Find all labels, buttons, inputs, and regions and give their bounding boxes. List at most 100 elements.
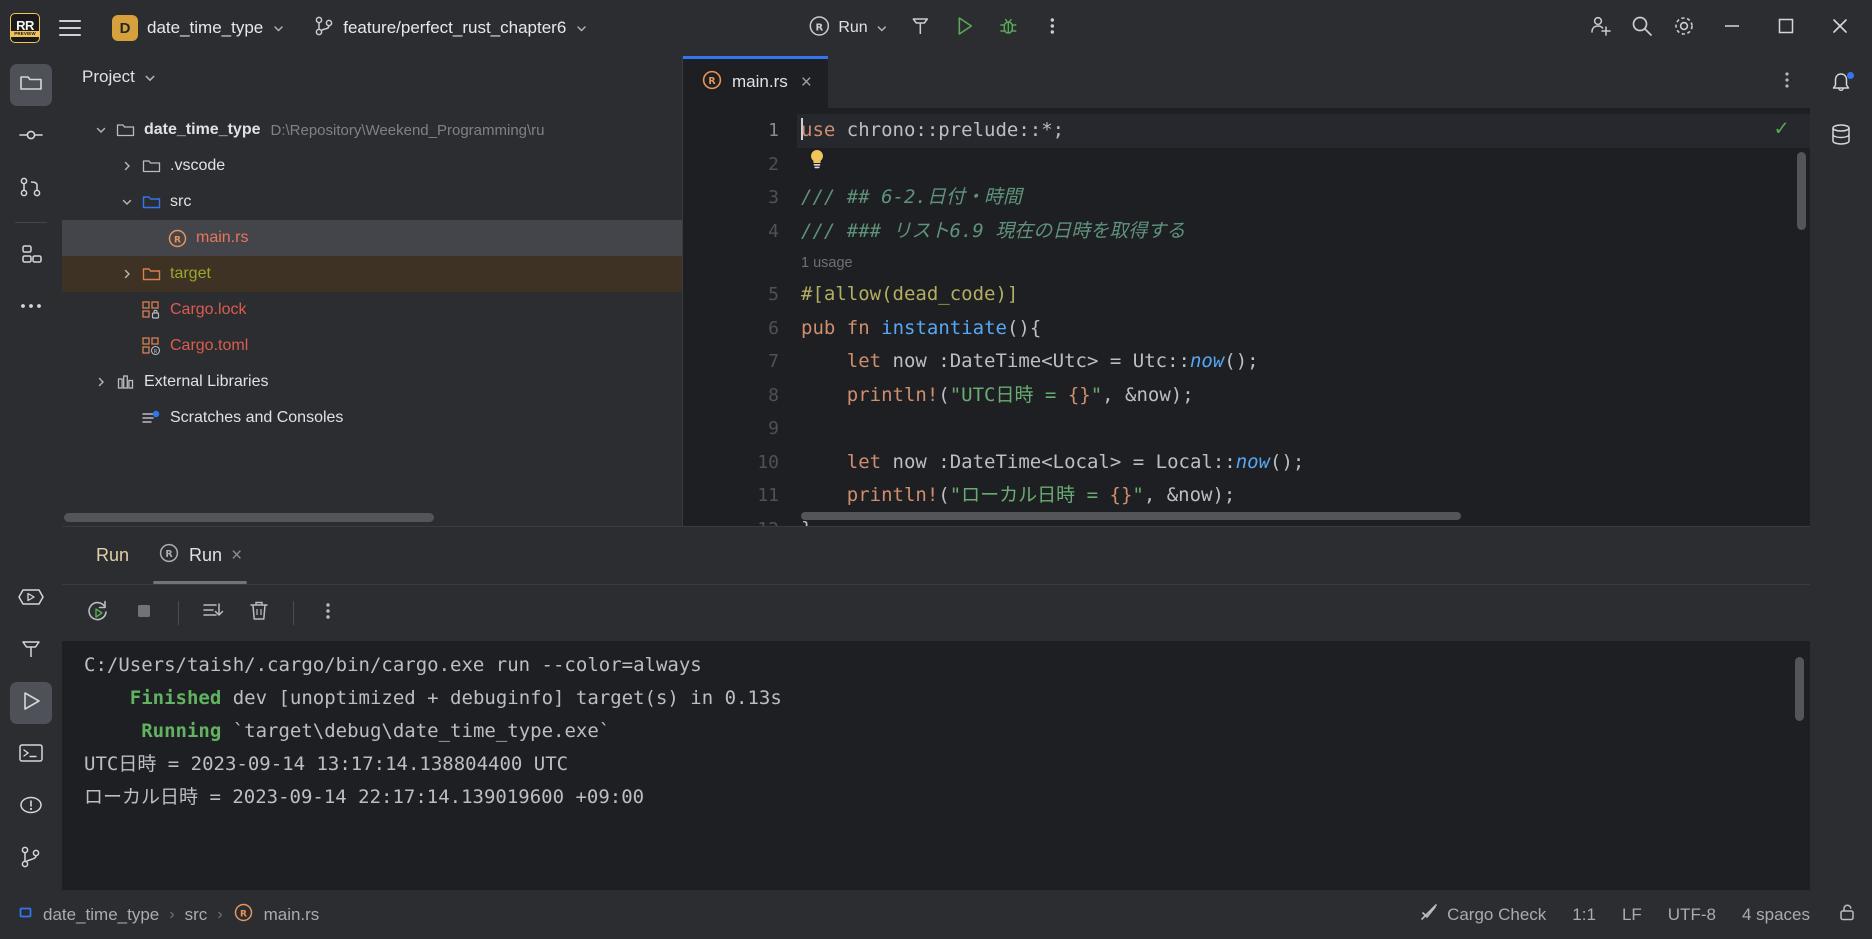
close-icon[interactable]: × xyxy=(231,545,242,567)
sidebar-item-run[interactable] xyxy=(10,682,52,724)
sidebar-item-build[interactable] xyxy=(10,630,52,672)
database-button[interactable] xyxy=(1820,116,1862,158)
sidebar-item-pull-requests[interactable] xyxy=(10,168,52,210)
code-line-4[interactable]: /// ### リスト6.9 現在の日時を取得する xyxy=(797,215,1810,249)
tree-node-cargo-lock[interactable]: Cargo.lock xyxy=(62,292,682,328)
code-line-3[interactable]: /// ## 6-2.日付・時間 xyxy=(797,181,1810,215)
rust-file-icon: R xyxy=(233,902,254,928)
tree-node-src[interactable]: src xyxy=(62,184,682,220)
editor-horizontal-scrollbar[interactable] xyxy=(801,512,1461,520)
search-everywhere-button[interactable] xyxy=(1622,10,1662,46)
expand-arrow-right-icon[interactable] xyxy=(88,376,114,388)
debug-button[interactable] xyxy=(989,10,1029,46)
tree-node-cargo-toml[interactable]: R Cargo.toml xyxy=(62,328,682,364)
line-number: 8 xyxy=(768,384,779,406)
code-line-7[interactable]: let now :DateTime<Utc> = Utc::now(); xyxy=(797,345,1810,379)
expand-arrow-right-icon[interactable] xyxy=(114,160,140,172)
more-run-options-button[interactable] xyxy=(1033,10,1073,46)
sidebar-item-version-control[interactable] xyxy=(10,838,52,880)
code-line-1[interactable]: use chrono::prelude::*; xyxy=(797,114,1810,148)
breadcrumb-separator: › xyxy=(169,905,175,923)
code-line-5[interactable]: #[allow(dead_code)] xyxy=(797,278,1810,312)
minimize-button[interactable] xyxy=(1706,8,1758,48)
search-icon xyxy=(1629,13,1655,44)
expand-arrow-right-icon[interactable] xyxy=(114,268,140,280)
run-console-toolbar xyxy=(62,585,1810,641)
project-tree[interactable]: date_time_type D:\Repository\Weekend_Pro… xyxy=(62,98,682,526)
sidebar-item-terminal[interactable] xyxy=(10,734,52,776)
breadcrumb-item-src[interactable]: src xyxy=(185,905,208,925)
tree-node-external-libraries[interactable]: External Libraries xyxy=(62,364,682,400)
file-encoding[interactable]: UTF-8 xyxy=(1668,905,1716,925)
indent-setting[interactable]: 4 spaces xyxy=(1742,905,1810,925)
run-console-output[interactable]: C:/Users/taish/.cargo/bin/cargo.exe run … xyxy=(62,641,1810,890)
breadcrumb-separator: › xyxy=(217,905,223,923)
project-selector[interactable]: D date_time_type xyxy=(102,11,294,45)
caret-position[interactable]: 1:1 xyxy=(1572,905,1596,925)
usage-inlay-hint[interactable]: 1 usage xyxy=(797,248,1810,278)
intention-bulb-icon[interactable] xyxy=(797,148,1810,182)
warning-circle-icon xyxy=(18,792,44,823)
close-icon[interactable]: × xyxy=(801,73,812,92)
title-bar: RR PREVIEW D date_time_type feature/perf… xyxy=(0,0,1872,56)
inspection-status-icon[interactable]: ✓ xyxy=(1775,116,1788,141)
stop-button[interactable] xyxy=(124,593,164,633)
project-horizontal-scrollbar[interactable] xyxy=(64,513,434,522)
maximize-button[interactable] xyxy=(1760,8,1812,48)
console-text: UTC日時 = 2023-09-14 13:17:14.138804400 UT… xyxy=(84,753,569,775)
editor-vertical-scrollbar[interactable] xyxy=(1797,152,1806,230)
branch-selector[interactable]: feature/perfect_rust_chapter6 xyxy=(304,11,597,45)
clear-all-button[interactable] xyxy=(239,593,279,633)
code-line-10[interactable]: let now :DateTime<Local> = Local::now(); xyxy=(797,446,1810,480)
cargo-toml-icon: R xyxy=(140,336,162,356)
hamburger-menu-icon[interactable] xyxy=(52,10,88,46)
tree-node-main-rs[interactable]: R main.rs xyxy=(62,220,682,256)
run-tab-label: Run xyxy=(189,545,223,565)
read-only-toggle[interactable] xyxy=(1836,901,1858,928)
expand-arrow-down-icon[interactable] xyxy=(114,196,140,208)
run-tab-run[interactable]: R Run × xyxy=(145,528,255,584)
sidebar-item-problems[interactable] xyxy=(10,786,52,828)
code-line-9[interactable] xyxy=(797,412,1810,446)
branch-name: feature/perfect_rust_chapter6 xyxy=(343,18,567,37)
run-button[interactable] xyxy=(945,10,985,46)
tree-node-date-time-type[interactable]: date_time_type D:\Repository\Weekend_Pro… xyxy=(62,112,682,148)
settings-button[interactable] xyxy=(1664,10,1704,46)
more-options-button[interactable] xyxy=(308,593,348,633)
breadcrumb-item-project[interactable]: date_time_type xyxy=(43,905,159,925)
run-configuration-selector[interactable]: R Run xyxy=(799,11,896,45)
breadcrumb-item-file[interactable]: main.rs xyxy=(264,905,320,925)
notifications-button[interactable] xyxy=(1820,64,1862,106)
editor-tab-main-rs[interactable]: R main.rs × xyxy=(683,56,828,108)
tree-node-vscode[interactable]: .vscode xyxy=(62,148,682,184)
tree-node-scratches-and-consoles[interactable]: Scratches and Consoles xyxy=(62,400,682,436)
sidebar-item-project[interactable] xyxy=(10,64,52,106)
tree-node-target[interactable]: target xyxy=(62,256,682,292)
sidebar-item-more-tools[interactable] xyxy=(10,287,52,329)
console-vertical-scrollbar[interactable] xyxy=(1795,657,1804,721)
sidebar-item-commit[interactable] xyxy=(10,116,52,158)
rerun-button[interactable] xyxy=(78,593,118,633)
line-separator[interactable]: LF xyxy=(1622,905,1642,925)
code-line-8[interactable]: println!("UTC日時 = {}", &now); xyxy=(797,379,1810,413)
code-with-me-button[interactable] xyxy=(1580,10,1620,46)
console-line: Running `target\debug\date_time_type.exe… xyxy=(84,715,1810,748)
code-lines[interactable]: use chrono::prelude::*; /// ## 6-2.日付・時間… xyxy=(797,108,1810,526)
close-button[interactable] xyxy=(1814,8,1866,48)
soft-wrap-button[interactable] xyxy=(193,593,233,633)
gutter-usage-spacer xyxy=(683,248,797,278)
build-button[interactable] xyxy=(901,10,941,46)
expand-arrow-down-icon[interactable] xyxy=(88,124,114,136)
rust-icon: R xyxy=(158,542,180,569)
code-line-11[interactable]: println!("ローカル日時 = {}", &now); xyxy=(797,479,1810,513)
sidebar-item-structure[interactable] xyxy=(10,235,52,277)
console-line: C:/Users/taish/.cargo/bin/cargo.exe run … xyxy=(84,649,1810,682)
project-tool-header[interactable]: Project xyxy=(62,56,682,98)
main-body: Project date_time_type D:\Repository\Wee… xyxy=(0,56,1872,890)
editor-options-button[interactable] xyxy=(1764,56,1810,108)
code-editor[interactable]: 1 2 3 4 5 6 7 8 9 10 11 12 xyxy=(683,108,1810,526)
cargo-check-status[interactable]: Cargo Check xyxy=(1419,902,1546,927)
sidebar-item-run-anything[interactable] xyxy=(10,578,52,620)
chevron-down-icon[interactable] xyxy=(143,71,155,83)
code-line-6[interactable]: pub fn instantiate(){ xyxy=(797,312,1810,346)
